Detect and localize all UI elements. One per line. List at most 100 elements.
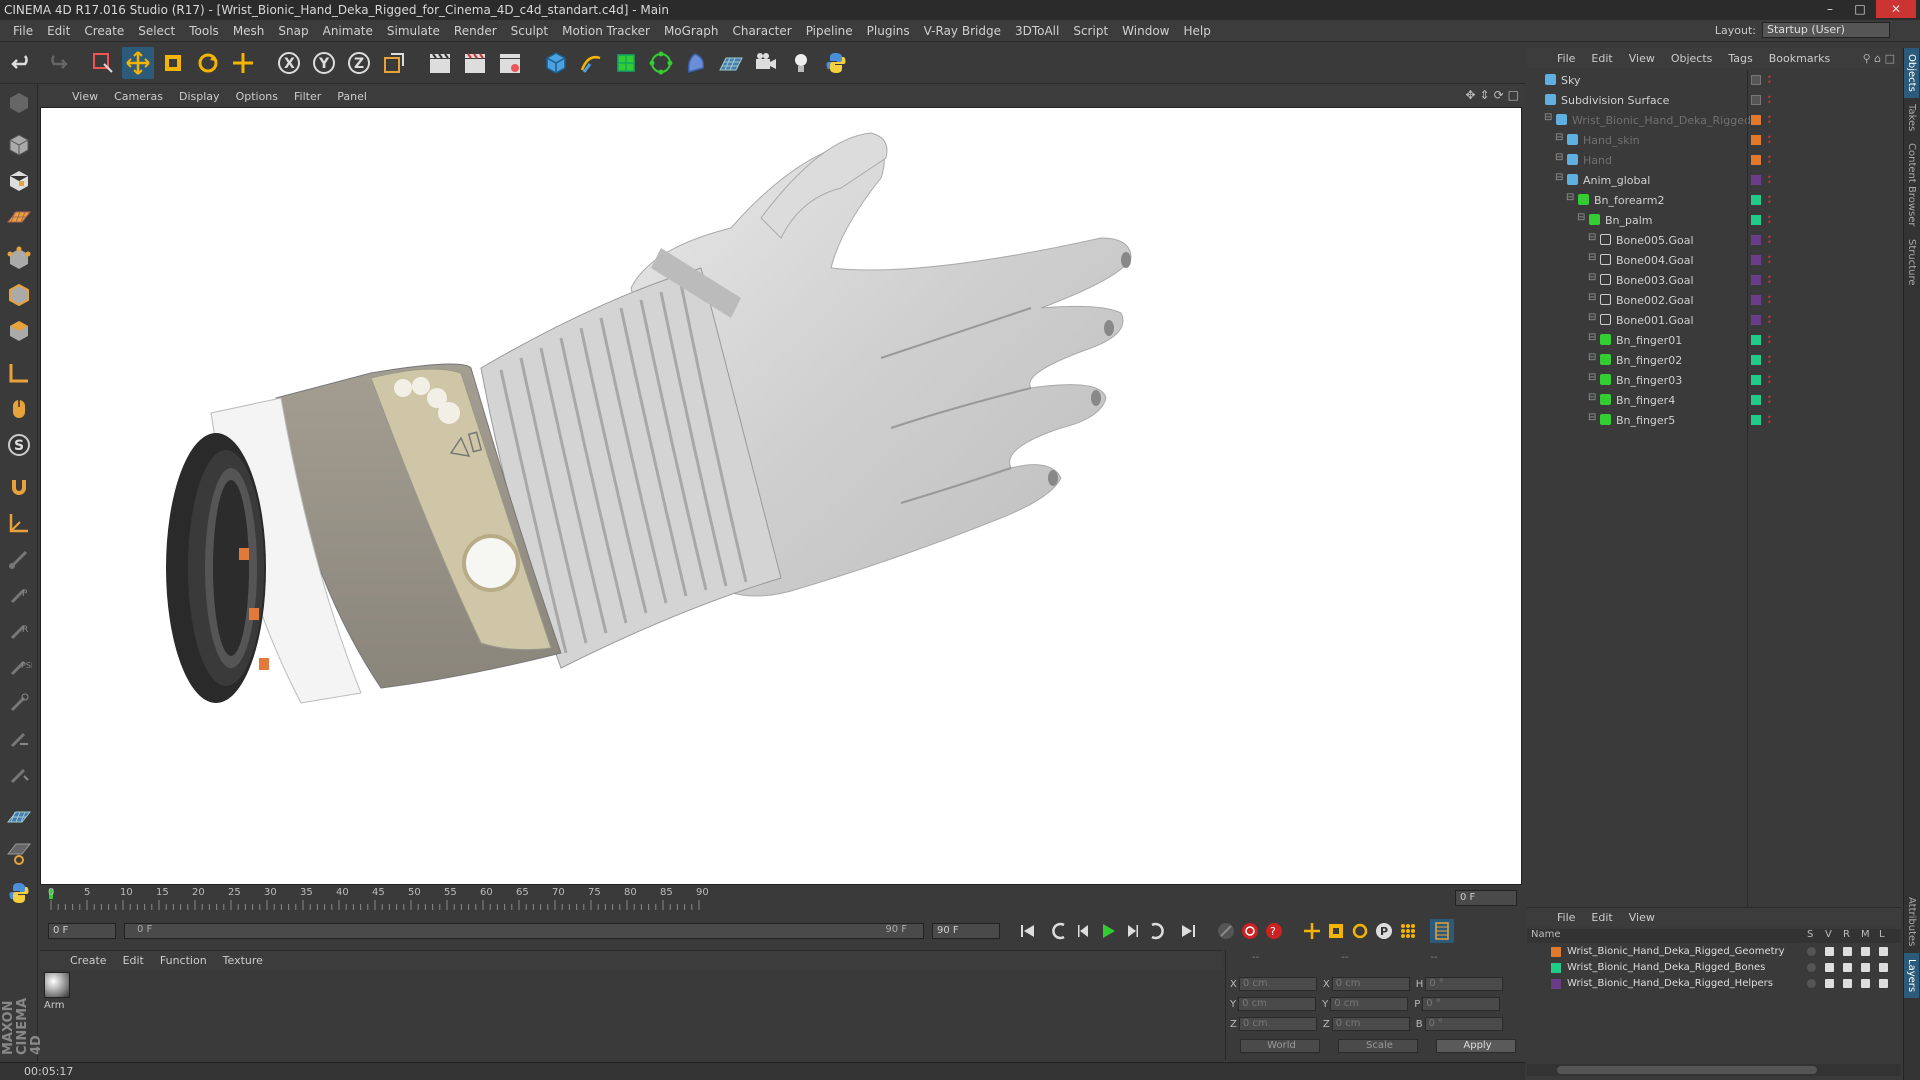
object-row[interactable]: ⊟ Bone004.Goal • • [1527, 250, 1901, 270]
dolly-icon[interactable]: ⇕ [1480, 88, 1490, 102]
visibility-dots[interactable]: • • [1767, 174, 1773, 187]
layer-color-swatch[interactable] [1751, 395, 1761, 405]
deformer-button[interactable] [680, 47, 712, 79]
start-frame-field[interactable]: 0 F [48, 923, 116, 939]
rotate-tool-button[interactable] [192, 47, 224, 79]
scale-tool-button[interactable] [157, 47, 189, 79]
expand-toggle-icon[interactable]: ⊟ [1555, 132, 1563, 143]
size-y-field[interactable]: 0 cm [1330, 997, 1409, 1011]
key-parameter-button[interactable]: P [1372, 919, 1396, 943]
object-row[interactable]: ⊟ Hand • • [1527, 150, 1901, 170]
object-row[interactable]: ⊟ Bone003.Goal • • [1527, 270, 1901, 290]
material-menu-edit[interactable]: Edit [115, 954, 152, 967]
menu-character[interactable]: Character [725, 24, 798, 38]
floor-button[interactable] [715, 47, 747, 79]
object-row[interactable]: ⊟ Bn_finger4 • • [1527, 390, 1901, 410]
material-swatch-arm[interactable]: Arm [44, 972, 70, 1012]
texture-mode-button[interactable] [2, 164, 36, 198]
visibility-dots[interactable]: • • [1767, 354, 1773, 367]
frame-range-slider[interactable]: 0 F 90 F [124, 923, 924, 939]
previous-frame-button[interactable] [1072, 919, 1096, 943]
visibility-dots[interactable]: • • [1767, 214, 1773, 227]
object-row[interactable]: Subdivision Surface • • [1527, 90, 1901, 110]
size-x-field[interactable]: 0 cm [1331, 977, 1410, 991]
side-tab-objects[interactable]: Objects [1904, 48, 1919, 98]
object-row[interactable]: ⊟ Wrist_Bionic_Hand_Deka_Rigged • • [1527, 110, 1901, 130]
close-button[interactable]: ✕ [1876, 0, 1916, 18]
side-tab-layers[interactable]: Layers [1904, 952, 1919, 998]
menu-animate[interactable]: Animate [316, 24, 380, 38]
visibility-dots[interactable]: • • [1767, 94, 1773, 107]
layer-color-swatch[interactable] [1751, 195, 1761, 205]
menu-render[interactable]: Render [447, 24, 504, 38]
polygons-mode-button[interactable] [2, 314, 36, 348]
joint-psr-button[interactable]: PSR [2, 650, 36, 684]
axis-mode-button[interactable] [2, 356, 36, 390]
visibility-dots[interactable]: • • [1767, 74, 1773, 87]
viewport-menu-panel[interactable]: Panel [329, 90, 375, 103]
object-row[interactable]: ⊟ Hand_skin • • [1527, 130, 1901, 150]
render-view-button[interactable] [424, 47, 456, 79]
visibility-dots[interactable]: • • [1767, 274, 1773, 287]
edges-mode-button[interactable] [2, 278, 36, 312]
visibility-dots[interactable]: • • [1767, 154, 1773, 167]
side-tab-content-browser[interactable]: Content Browser [1904, 137, 1919, 232]
timeline-ruler[interactable]: 0 5 10 15 20 25 30 35 40 45 50 55 60 65 70 75 80 85 90 0 F [40, 886, 1525, 914]
apply-button[interactable]: Apply [1436, 1039, 1516, 1053]
objects-menu-file[interactable]: File [1549, 52, 1583, 65]
object-row[interactable]: ⊟ Anim_global • • [1527, 170, 1901, 190]
objects-menu-view[interactable]: View [1621, 52, 1663, 65]
layer-color-swatch[interactable] [1751, 355, 1761, 365]
objects-menu-edit[interactable]: Edit [1583, 52, 1620, 65]
z-axis-button[interactable]: Z [343, 47, 375, 79]
layers-menu-file[interactable]: File [1549, 911, 1583, 924]
autokeying-button[interactable]: ? [1262, 919, 1286, 943]
layer-color-swatch[interactable] [1751, 375, 1761, 385]
object-row[interactable]: ⊟ Bn_finger5 • • [1527, 410, 1901, 430]
layer-color-swatch[interactable] [1751, 135, 1761, 145]
visibility-dots[interactable]: • • [1767, 294, 1773, 307]
layer-color-swatch[interactable] [1751, 215, 1761, 225]
visible-toggle-icon[interactable] [1825, 947, 1834, 956]
render-toggle-icon[interactable] [1843, 947, 1852, 956]
size-z-field[interactable]: 0 cm [1331, 1017, 1410, 1031]
layer-color-swatch[interactable] [1551, 979, 1561, 989]
menu-motion-tracker[interactable]: Motion Tracker [555, 24, 657, 38]
expand-toggle-icon[interactable]: ⊟ [1577, 212, 1585, 223]
cube-button[interactable] [540, 47, 572, 79]
y-axis-button[interactable]: Y [308, 47, 340, 79]
visibility-dots[interactable]: • • [1767, 374, 1773, 387]
menu-plugins[interactable]: Plugins [860, 24, 917, 38]
rot-p-field[interactable]: 0 ° [1422, 997, 1501, 1011]
workplane-axis-button[interactable] [2, 506, 36, 540]
end-frame-field[interactable]: 90 F [932, 923, 1000, 939]
key-scale-button[interactable] [1324, 919, 1348, 943]
record-active-objects-button[interactable] [1238, 919, 1262, 943]
object-row[interactable]: ⊟ Bone002.Goal • • [1527, 290, 1901, 310]
3d-viewport[interactable] [40, 107, 1522, 885]
object-row[interactable]: ⊟ Bone005.Goal • • [1527, 230, 1901, 250]
menu-script[interactable]: Script [1066, 24, 1115, 38]
record-disabled-button[interactable] [1214, 919, 1238, 943]
points-mode-button[interactable] [2, 242, 36, 276]
subdivision-surface-button[interactable] [610, 47, 642, 79]
move-tool-button[interactable] [122, 46, 154, 79]
solo-toggle-icon[interactable] [1807, 979, 1816, 988]
timeline-window-button[interactable] [1430, 919, 1454, 943]
visibility-dots[interactable]: • • [1767, 194, 1773, 207]
joint-r-button[interactable]: R [2, 614, 36, 648]
model-mode-button[interactable] [2, 128, 36, 162]
minimize-button[interactable]: – [1816, 0, 1844, 18]
layer-color-swatch[interactable] [1751, 175, 1761, 185]
manager-toggle-icon[interactable] [1861, 979, 1870, 988]
joint-weight-button[interactable] [2, 686, 36, 720]
layer-color-swatch[interactable] [1551, 963, 1561, 973]
expand-toggle-icon[interactable]: ⊟ [1588, 232, 1596, 243]
key-rotation-button[interactable] [1348, 919, 1372, 943]
expand-toggle-icon[interactable]: ⊟ [1588, 332, 1596, 343]
object-row[interactable]: ⊟ Bn_finger03 • • [1527, 370, 1901, 390]
lock-toggle-icon[interactable] [1879, 963, 1888, 972]
menu-tools[interactable]: Tools [182, 24, 226, 38]
layers-menu-edit[interactable]: Edit [1583, 911, 1620, 924]
menu-pipeline[interactable]: Pipeline [799, 24, 860, 38]
